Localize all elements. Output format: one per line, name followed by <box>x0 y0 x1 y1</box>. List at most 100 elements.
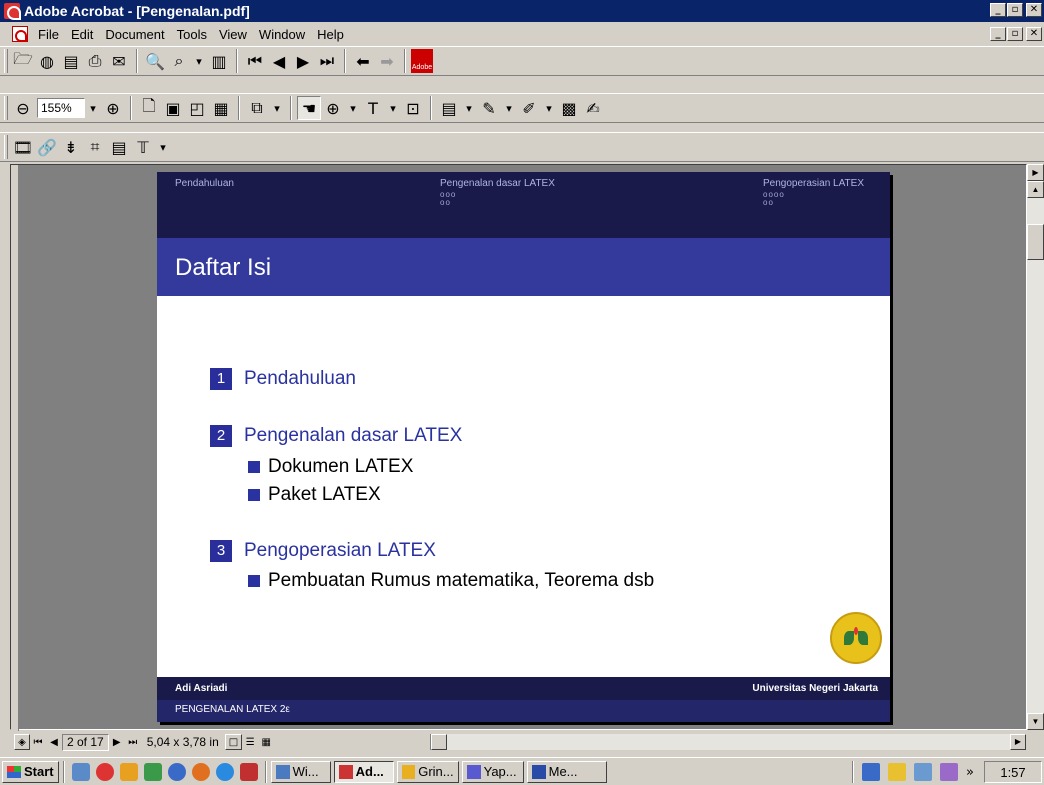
scroll-up-icon[interactable]: ▲ <box>1027 181 1044 198</box>
show-navigation-pane-icon[interactable]: ▥ <box>207 49 231 73</box>
toc-section-1[interactable]: 1 Pendahuluan <box>210 368 356 390</box>
zoom-out-icon[interactable]: ⊖ <box>11 96 35 120</box>
note-tool-icon[interactable]: ▤ <box>437 96 461 120</box>
text-select-icon[interactable]: T <box>361 96 385 120</box>
last-page-icon[interactable]: ⏭ <box>315 49 339 73</box>
header-section-3[interactable]: Pengoperasian LATEX oooo oo <box>763 178 864 207</box>
touchup-text-icon[interactable]: 𝕋 <box>131 135 155 159</box>
start-button[interactable]: Start <box>2 760 59 783</box>
form-tool-icon[interactable]: ▤ <box>107 135 131 159</box>
toolbar-grip[interactable] <box>4 49 8 73</box>
first-page-status-icon[interactable]: ⏮ <box>30 734 46 750</box>
rotate-dropdown-icon[interactable]: ▾ <box>269 96 285 120</box>
open-icon[interactable]: 🗁 <box>11 49 35 73</box>
quicklaunch-app-icon[interactable] <box>239 762 258 781</box>
menu-document[interactable]: Document <box>99 27 170 42</box>
horizontal-scrollbar[interactable]: ▶ <box>430 734 1026 750</box>
menu-tools[interactable]: Tools <box>171 27 213 42</box>
sign-icon[interactable]: ✍ <box>581 96 605 120</box>
quicklaunch-image-icon[interactable] <box>143 762 162 781</box>
go-back-icon[interactable]: ⬅ <box>351 49 375 73</box>
close-button[interactable]: ✕ <box>1026 3 1042 17</box>
quicklaunch-outlook-icon[interactable] <box>71 762 90 781</box>
task-button-grin[interactable]: Grin... <box>396 760 459 783</box>
zoom-input[interactable] <box>37 98 85 118</box>
toolbar-grip[interactable] <box>4 135 8 159</box>
fit-width-icon[interactable]: ◰ <box>185 96 209 120</box>
scroll-right-icon[interactable]: ▶ <box>1010 734 1026 750</box>
fit-page-icon[interactable]: ▣ <box>161 96 185 120</box>
doc-restore-button[interactable]: ▫ <box>1007 27 1023 41</box>
menu-edit[interactable]: Edit <box>65 27 99 42</box>
continuous-icon[interactable]: ☰ <box>242 734 258 750</box>
pencil-tool-icon[interactable]: ✎ <box>477 96 501 120</box>
toolbar-grip[interactable] <box>4 96 8 120</box>
continuous-facing-icon[interactable]: ▦ <box>258 734 274 750</box>
zoom-tool-dropdown-icon[interactable]: ▾ <box>345 96 361 120</box>
first-page-icon[interactable]: ⏮ <box>243 49 267 73</box>
movie-tool-icon[interactable]: 🎞 <box>11 135 35 159</box>
rotate-view-icon[interactable]: ⧉ <box>245 96 269 120</box>
menu-file[interactable]: File <box>32 27 65 42</box>
email-icon[interactable]: ✉ <box>107 49 131 73</box>
doc-close-button[interactable]: ✕ <box>1026 27 1042 41</box>
header-section-1[interactable]: Pendahuluan <box>175 178 234 189</box>
scroll-down-icon[interactable]: ▼ <box>1027 713 1044 730</box>
toc-subsection[interactable]: Dokumen LATEX <box>248 456 413 478</box>
graphics-select-icon[interactable]: ⊡ <box>401 96 425 120</box>
last-page-status-icon[interactable]: ⏭ <box>125 734 141 750</box>
tray-folder-icon[interactable] <box>888 763 906 781</box>
menu-window[interactable]: Window <box>253 27 311 42</box>
zoom-tool-icon[interactable]: ⊕ <box>321 96 345 120</box>
next-page-arrow-icon[interactable]: ▶ <box>1027 164 1044 181</box>
menu-help[interactable]: Help <box>311 27 350 42</box>
task-button-word[interactable]: Me... <box>526 760 607 783</box>
acrobat-app-icon[interactable] <box>4 3 21 20</box>
save-icon[interactable]: ▤ <box>59 49 83 73</box>
quicklaunch-ie-icon[interactable] <box>215 762 234 781</box>
note-dropdown-icon[interactable]: ▾ <box>461 96 477 120</box>
pencil-dropdown-icon[interactable]: ▾ <box>501 96 517 120</box>
tray-help-icon[interactable] <box>940 763 958 781</box>
quicklaunch-media-icon[interactable] <box>95 762 114 781</box>
previous-page-status-icon[interactable]: ◀ <box>46 734 62 750</box>
document-pane[interactable]: Pendahuluan Pengenalan dasar LATEX ooo o… <box>10 164 1027 731</box>
search-icon[interactable]: ⌕ <box>167 49 191 73</box>
minimize-button[interactable]: _ <box>990 3 1006 17</box>
toc-subsection[interactable]: Paket LATEX <box>248 484 381 506</box>
link-tool-icon[interactable]: 🔗 <box>35 135 59 159</box>
toc-section-2[interactable]: 2 Pengenalan dasar LATEX <box>210 425 462 447</box>
tray-desktop-icon[interactable] <box>862 763 880 781</box>
header-section-2[interactable]: Pengenalan dasar LATEX ooo oo <box>440 178 555 207</box>
next-page-icon[interactable]: ▶ <box>291 49 315 73</box>
task-button-acrobat[interactable]: Ad... <box>333 760 394 783</box>
menu-view[interactable]: View <box>213 27 253 42</box>
scroll-thumb[interactable] <box>1027 224 1044 260</box>
search-dropdown-icon[interactable]: ▾ <box>191 49 207 73</box>
quicklaunch-firefox-icon[interactable] <box>191 762 210 781</box>
document-menu-icon[interactable] <box>12 26 28 42</box>
find-icon[interactable]: 🔍 <box>143 49 167 73</box>
next-page-status-icon[interactable]: ▶ <box>109 734 125 750</box>
quicklaunch-star-icon[interactable] <box>119 762 138 781</box>
toc-section-3[interactable]: 3 Pengoperasian LATEX <box>210 540 436 562</box>
task-button-wi[interactable]: Wi... <box>270 760 331 783</box>
text-select-dropdown-icon[interactable]: ▾ <box>385 96 401 120</box>
fit-visible-icon[interactable]: ▦ <box>209 96 233 120</box>
actual-size-icon[interactable]: 🗋 <box>137 96 161 120</box>
touchup-dropdown-icon[interactable]: ▾ <box>155 135 171 159</box>
task-button-yap[interactable]: Yap... <box>461 760 524 783</box>
hand-tool-icon[interactable]: ☚ <box>297 96 321 120</box>
print-icon[interactable]: ⎙ <box>83 49 107 73</box>
vertical-scrollbar[interactable]: ▶ ▲ ▼ <box>1027 164 1044 730</box>
taskbar-clock[interactable]: 1:57 <box>984 761 1042 783</box>
zoom-in-icon[interactable]: ⊕ <box>101 96 125 120</box>
highlight-dropdown-icon[interactable]: ▾ <box>541 96 557 120</box>
scroll-left-icon[interactable] <box>431 734 447 750</box>
page-number-field[interactable]: 2 of 17 <box>62 733 109 751</box>
open-web-page-icon[interactable]: ◍ <box>35 49 59 73</box>
single-page-icon[interactable]: □ <box>224 734 243 750</box>
highlight-tool-icon[interactable]: ✐ <box>517 96 541 120</box>
doc-minimize-button[interactable]: _ <box>990 27 1006 41</box>
spell-check-icon[interactable]: ▩ <box>557 96 581 120</box>
